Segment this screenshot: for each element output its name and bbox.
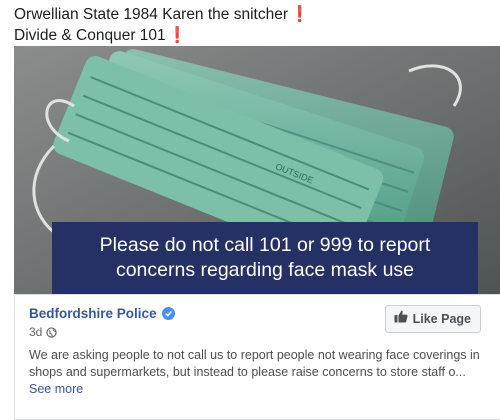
page-name-link[interactable]: Bedfordshire Police — [29, 306, 157, 321]
post-line-1-text: Orwellian State 1984 Karen the snitcher — [14, 6, 288, 23]
thumbs-up-icon — [394, 310, 408, 328]
shared-post-card[interactable]: Bedfordshire Police 3d Like Page We are … — [14, 294, 500, 420]
post-description: We are asking people to not call us to r… — [29, 347, 487, 398]
like-page-button[interactable]: Like Page — [384, 305, 481, 333]
globe-icon — [46, 326, 58, 338]
caption-line-1: Please do not call 101 or 999 to report — [99, 234, 431, 256]
post-image[interactable]: OUTSIDE Please do not call 101 or 999 to… — [14, 46, 500, 294]
like-page-label: Like Page — [412, 312, 471, 326]
exclamation-icon: ❗ — [290, 6, 310, 23]
see-more-link[interactable]: See more — [29, 381, 487, 398]
post-message-line-2: Divide & Conquer 101 ❗ — [14, 25, 309, 46]
post-line-2-text: Divide & Conquer 101 — [14, 27, 166, 44]
description-line-1: We are asking people to not call us to r… — [29, 348, 480, 362]
exclamation-icon: ❗ — [167, 27, 187, 44]
caption-line-2: concerns regarding face mask use — [115, 259, 415, 281]
post-message: Orwellian State 1984 Karen the snitcher ❗… — [14, 4, 309, 46]
description-line-2: shops and supermarkets, but instead to p… — [29, 365, 466, 379]
post-message-line-1: Orwellian State 1984 Karen the snitcher ❗ — [14, 4, 309, 25]
image-caption-banner: Please do not call 101 or 999 to report … — [52, 222, 478, 294]
post-timestamp[interactable]: 3d — [29, 325, 42, 339]
verified-badge-icon — [161, 306, 175, 320]
